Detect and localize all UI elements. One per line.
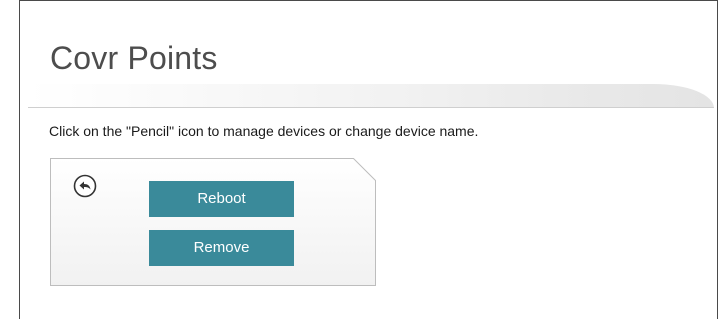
device-card-background bbox=[50, 158, 376, 286]
instruction-text: Click on the "Pencil" icon to manage dev… bbox=[49, 123, 479, 139]
remove-button[interactable]: Remove bbox=[149, 230, 294, 266]
frame-top-border bbox=[19, 0, 718, 1]
page-frame: Covr Points Click on the "Pencil" icon t… bbox=[0, 0, 719, 319]
title-divider bbox=[28, 84, 714, 108]
reboot-button[interactable]: Reboot bbox=[149, 181, 294, 217]
back-button[interactable] bbox=[73, 174, 97, 198]
device-card: Reboot Remove bbox=[50, 158, 376, 286]
frame-right-border bbox=[717, 0, 718, 319]
frame-left-border bbox=[19, 0, 20, 319]
page-title: Covr Points bbox=[50, 40, 218, 76]
back-arrow-icon bbox=[73, 174, 97, 198]
